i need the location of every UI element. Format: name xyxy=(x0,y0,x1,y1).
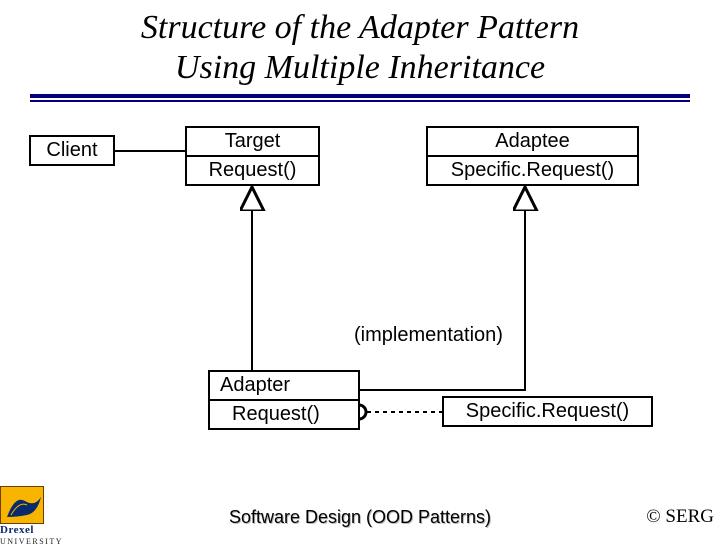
slide-title: Structure of the Adapter Pattern Using M… xyxy=(0,0,720,94)
logo-subtext: UNIVERSITY xyxy=(0,537,60,546)
class-adapter-name: Adapter xyxy=(210,372,358,399)
diagram-canvas: Client Target Request() Adaptee Specific… xyxy=(0,102,720,502)
footer-center-text: Software Design (OOD Patterns) xyxy=(0,507,720,528)
note-text: Specific.Request() xyxy=(444,398,651,425)
class-target: Target Request() xyxy=(185,126,320,186)
class-adaptee-op: Specific.Request() xyxy=(428,155,637,184)
class-adapter-op: Request() xyxy=(210,399,358,428)
class-adaptee: Adaptee Specific.Request() xyxy=(426,126,639,186)
class-client-name: Client xyxy=(31,137,113,164)
class-adaptee-name: Adaptee xyxy=(428,128,637,155)
class-target-name: Target xyxy=(187,128,318,155)
edge-adapter-adaptee xyxy=(330,187,525,390)
edge-label-implementation: (implementation) xyxy=(354,324,503,347)
class-target-op: Request() xyxy=(187,155,318,184)
class-client: Client xyxy=(29,135,115,166)
title-line-1: Structure of the Adapter Pattern xyxy=(141,9,579,46)
note-specific-request: Specific.Request() xyxy=(442,396,653,427)
title-line-2: Using Multiple Inheritance xyxy=(175,49,545,86)
footer-copyright: © SERG xyxy=(646,506,714,528)
class-adapter: Adapter Request() xyxy=(208,370,360,430)
title-underline xyxy=(30,94,690,102)
